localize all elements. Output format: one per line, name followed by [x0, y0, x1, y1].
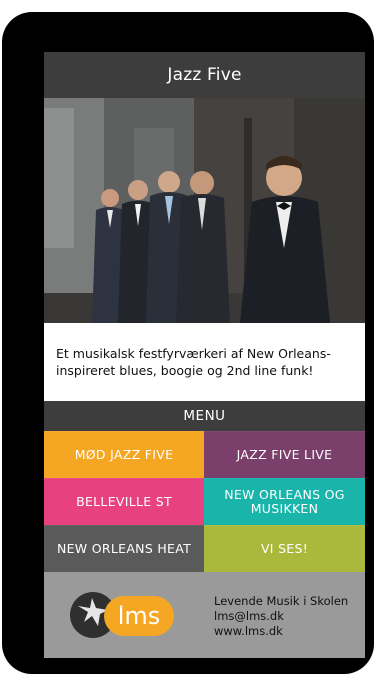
menu-grid: MØD JAZZ FIVE JAZZ FIVE LIVE BELLEVILLE … — [44, 431, 365, 572]
menu-item-label: NEW ORLEANS HEAT — [56, 541, 192, 556]
menu-item-label: JAZZ FIVE LIVE — [236, 447, 333, 462]
menu-item-label-line-1: NEW ORLEANS OG — [224, 487, 345, 502]
menu-item-label: VI SES! — [260, 541, 309, 556]
app-screen: Jazz Five Et musikalsk festfyrværkeri af… — [44, 52, 365, 658]
tagline-line-1: Et musikalsk festfyrværkeri af New Orlea… — [56, 346, 331, 361]
phone-frame: Jazz Five Et musikalsk festfyrværkeri af… — [2, 12, 374, 674]
menu-item-vi-ses[interactable]: VI SES! — [204, 525, 365, 572]
lms-logo[interactable]: lms — [64, 586, 194, 644]
footer: lms Levende Musik i Skolen lms@lms.dk ww… — [44, 572, 365, 658]
footer-contact: Levende Musik i Skolen lms@lms.dk www.lm… — [214, 594, 348, 639]
org-name: Levende Musik i Skolen — [214, 594, 349, 608]
menu-item-label: MØD JAZZ FIVE — [74, 447, 174, 462]
email-link[interactable]: lms@lms.dk — [214, 609, 348, 624]
website-link[interactable]: www.lms.dk — [214, 624, 348, 639]
menu-item-label-line-2: MUSIKKEN — [250, 501, 319, 516]
menu-heading: MENU — [44, 401, 365, 431]
tagline-line-2: inspireret blues, boogie og 2nd line fun… — [56, 363, 314, 378]
lms-logo-mark-icon: lms — [70, 592, 174, 638]
menu-item-new-orleans-heat[interactable]: NEW ORLEANS HEAT — [44, 525, 204, 572]
page-header: Jazz Five — [44, 52, 365, 98]
band-photo-illustration — [44, 98, 365, 323]
logo-text: lms — [118, 602, 161, 630]
menu-item-label: BELLEVILLE ST — [76, 494, 172, 509]
menu-item-jazz-five-live[interactable]: JAZZ FIVE LIVE — [204, 431, 365, 478]
menu-item-new-orleans-og-musikken[interactable]: NEW ORLEANS OG MUSIKKEN — [204, 478, 365, 525]
hero-band-photo — [44, 98, 365, 323]
page-title: Jazz Five — [167, 65, 242, 85]
menu-heading-text: MENU — [183, 408, 226, 424]
tagline: Et musikalsk festfyrværkeri af New Orlea… — [44, 323, 365, 401]
menu-item-mod-jazz-five[interactable]: MØD JAZZ FIVE — [44, 431, 204, 478]
menu-item-belleville-st[interactable]: BELLEVILLE ST — [44, 478, 204, 525]
